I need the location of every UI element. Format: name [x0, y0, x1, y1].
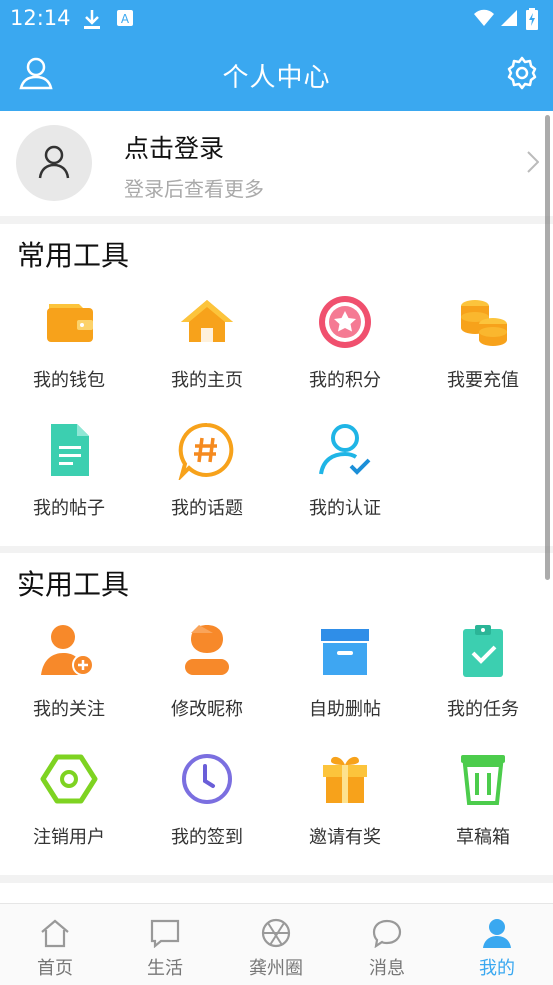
archive-box-icon: [315, 621, 375, 681]
user-verified-icon: [315, 420, 375, 480]
tool-wallet[interactable]: 我的钱包: [0, 292, 138, 392]
tool-label: 我的关注: [33, 699, 105, 720]
hashtag-bubble-icon: [177, 420, 237, 482]
tab-messages[interactable]: 消息: [332, 918, 442, 980]
tab-mine[interactable]: 我的: [442, 918, 552, 980]
bottom-tab-bar: 首页 生活 龚州圈 消息 我的: [0, 903, 553, 985]
clock-icon: [177, 749, 237, 809]
tool-follow[interactable]: 我的关注: [0, 621, 138, 721]
coins-icon: [453, 292, 513, 352]
tab-label: 首页: [37, 958, 73, 979]
chevron-right-icon: [527, 151, 540, 177]
tool-points[interactable]: 我的积分: [276, 292, 414, 392]
home-icon: [177, 292, 237, 352]
tool-label: 修改昵称: [171, 699, 243, 720]
user-add-icon: [39, 621, 99, 681]
status-bar: 12:14 A: [0, 0, 553, 38]
tool-recharge[interactable]: 我要充值: [414, 292, 552, 392]
next-section-edge: [0, 883, 553, 903]
tool-deregister[interactable]: 注销用户: [0, 749, 138, 849]
scrollbar[interactable]: [545, 115, 550, 580]
tab-label: 龚州圈: [249, 958, 303, 979]
message-bubble-icon: [371, 919, 403, 952]
status-time: 12:14: [10, 6, 71, 30]
tool-label: 我的积分: [309, 370, 381, 391]
tool-label: 我要充值: [447, 370, 519, 391]
tool-label: 我的钱包: [33, 370, 105, 391]
document-icon: [39, 420, 99, 480]
wallet-icon: [39, 292, 99, 352]
user-edit-icon: [177, 621, 237, 681]
home-outline-icon: [39, 919, 71, 952]
page-title: 个人中心: [222, 63, 331, 93]
trash-icon: [453, 749, 513, 809]
tool-label: 我的主页: [171, 370, 243, 391]
tool-tasks[interactable]: 我的任务: [414, 621, 552, 721]
section-title: 常用工具: [17, 239, 130, 272]
profile-filled-icon: [481, 919, 513, 952]
battery-icon: [526, 8, 538, 34]
tool-label: 我的话题: [171, 498, 243, 519]
app-notification-icon: A: [116, 8, 134, 32]
chat-square-icon: [149, 919, 181, 952]
tab-life[interactable]: 生活: [110, 918, 220, 980]
settings-gear-icon[interactable]: [505, 56, 539, 94]
star-badge-icon: [315, 292, 375, 352]
clipboard-check-icon: [453, 621, 513, 681]
download-icon: [82, 8, 102, 34]
tool-topics[interactable]: 我的话题: [138, 420, 276, 520]
tool-label: 我的任务: [447, 699, 519, 720]
tab-home[interactable]: 首页: [0, 918, 110, 980]
tool-label: 我的签到: [171, 827, 243, 848]
aperture-icon: [260, 918, 292, 952]
tool-label: 我的认证: [309, 498, 381, 519]
section-title: 实用工具: [17, 568, 130, 601]
tool-checkin[interactable]: 我的签到: [138, 749, 276, 849]
tool-verify[interactable]: 我的认证: [276, 420, 414, 520]
avatar[interactable]: [16, 125, 92, 201]
gift-icon: [315, 749, 375, 809]
tool-drafts[interactable]: 草稿箱: [414, 749, 552, 849]
app-header: 个人中心: [0, 38, 553, 111]
login-card[interactable]: 点击登录 登录后查看更多: [0, 111, 553, 216]
practical-tools-section: 实用工具 我的关注 修改昵称 自助删帖 我的任务 注销用户 我的签到 邀请有奖 …: [0, 553, 553, 875]
login-label[interactable]: 点击登录: [124, 129, 224, 165]
tool-label: 我的帖子: [33, 498, 105, 519]
signal-icon: [500, 8, 518, 32]
tool-delete-post[interactable]: 自助删帖: [276, 621, 414, 721]
tab-label: 消息: [369, 958, 405, 979]
tool-invite[interactable]: 邀请有奖: [276, 749, 414, 849]
tab-label: 我的: [479, 958, 515, 979]
tab-circle[interactable]: 龚州圈: [221, 918, 331, 980]
tool-label: 注销用户: [33, 827, 105, 848]
login-hint: 登录后查看更多: [124, 177, 264, 201]
common-tools-section: 常用工具 我的钱包 我的主页 我的积分 我要充值 我的帖子 我的话题 我的认证: [0, 224, 553, 546]
tool-label: 自助删帖: [309, 699, 381, 720]
tool-label: 草稿箱: [456, 827, 510, 848]
svg-text:A: A: [121, 12, 130, 26]
tool-label: 邀请有奖: [309, 827, 381, 848]
hexagon-icon: [39, 749, 99, 809]
wifi-icon: [473, 8, 495, 32]
tab-label: 生活: [147, 958, 183, 979]
tool-posts[interactable]: 我的帖子: [0, 420, 138, 520]
tool-home[interactable]: 我的主页: [138, 292, 276, 392]
tool-rename[interactable]: 修改昵称: [138, 621, 276, 721]
